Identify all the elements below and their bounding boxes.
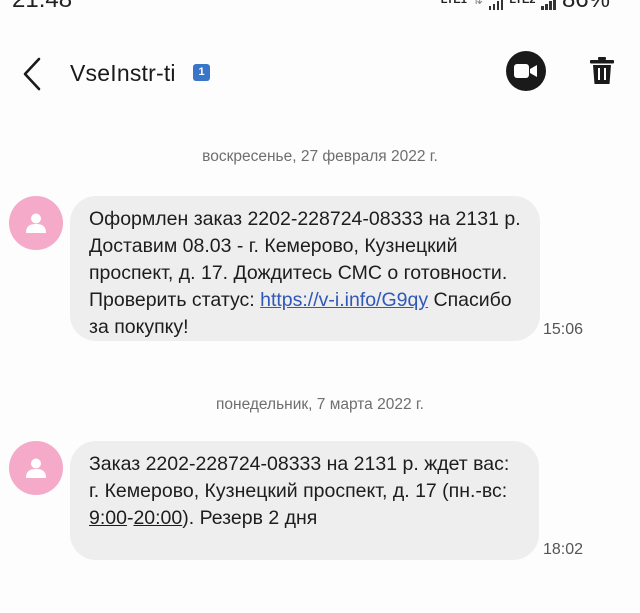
message-text: Заказ 2202-228724-08333 на 2131 р. ждет … <box>89 453 510 502</box>
message-time: 18:02 <box>543 541 584 558</box>
trash-icon <box>590 57 614 84</box>
video-camera-icon <box>514 64 537 78</box>
person-icon <box>26 213 46 233</box>
message-bubble[interactable]: Оформлен заказ 2202-228724-08333 на 2131… <box>70 196 540 341</box>
signal-1-icon <box>488 0 504 10</box>
message-link[interactable]: https://v-i.info/G9qy <box>260 289 428 311</box>
sim-badge: 1 <box>193 64 210 81</box>
delete-button[interactable] <box>584 53 620 89</box>
hours-open[interactable]: 9:00 <box>89 507 127 529</box>
status-time: 21:48 <box>12 0 72 14</box>
message-bubble[interactable]: Заказ 2202-228724-08333 на 2131 р. ждет … <box>70 441 539 560</box>
hours-close[interactable]: 20:00 <box>133 507 182 529</box>
status-indicators: LTE1 ⇅ LTE2 86% <box>441 0 610 14</box>
lte2-label: LTE2 <box>509 0 536 6</box>
person-icon <box>26 458 46 478</box>
conversation-header: VseInstr-ti 1 <box>0 44 640 104</box>
battery-level: 86% <box>562 0 610 14</box>
contact-name: VseInstr-ti <box>70 60 176 86</box>
avatar[interactable] <box>9 196 63 250</box>
chevron-left-icon <box>23 57 41 91</box>
message-text-end: ). Резерв 2 дня <box>182 507 318 529</box>
back-button[interactable] <box>10 52 54 96</box>
status-bar: 21:48 LTE1 ⇅ LTE2 86% <box>0 0 640 14</box>
data-arrows-icon: ⇅ <box>472 0 483 7</box>
date-separator: воскресенье, 27 февраля 2022 г. <box>202 148 438 165</box>
video-call-button[interactable] <box>506 51 546 91</box>
date-separator: понедельник, 7 марта 2022 г. <box>216 396 424 413</box>
message-time: 15:06 <box>543 321 584 338</box>
avatar[interactable] <box>9 441 63 495</box>
lte1-label: LTE1 <box>440 0 467 6</box>
signal-2-icon <box>541 0 556 10</box>
